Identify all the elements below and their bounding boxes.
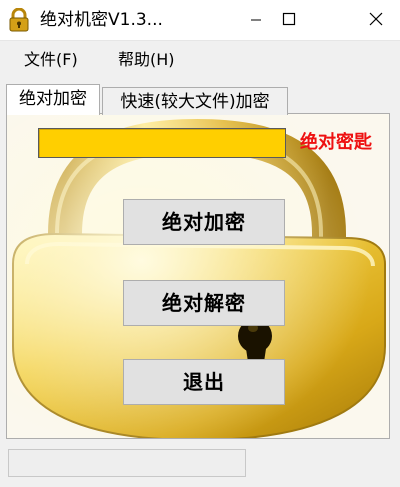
- padlock-icon: [8, 7, 30, 32]
- menu-help[interactable]: 帮助(H): [118, 50, 175, 70]
- title-bar[interactable]: 绝对机密V1.3...: [0, 0, 400, 41]
- window-title: 绝对机密V1.3...: [40, 10, 163, 30]
- menu-bar: 文件(F) 帮助(H): [0, 41, 400, 75]
- tab-absolute-encrypt[interactable]: 绝对加密: [6, 84, 100, 115]
- exit-button[interactable]: 退出: [123, 359, 285, 405]
- encrypt-button[interactable]: 绝对加密: [123, 199, 285, 245]
- tab-fast-encrypt[interactable]: 快速(较大文件)加密: [102, 87, 288, 115]
- tab-panel: 绝对密匙 绝对加密 绝对解密 退出: [6, 113, 390, 439]
- minimize-icon: [250, 11, 262, 30]
- maximize-icon: [282, 11, 296, 30]
- decrypt-button[interactable]: 绝对解密: [123, 280, 285, 326]
- maximize-button[interactable]: [267, 0, 311, 40]
- tab-strip: 绝对加密 快速(较大文件)加密: [0, 84, 400, 115]
- close-button[interactable]: [352, 0, 400, 40]
- key-label: 绝对密匙: [300, 132, 372, 153]
- status-panel: [8, 449, 246, 477]
- status-bar: [0, 440, 400, 487]
- close-icon: [369, 11, 383, 30]
- key-input[interactable]: [38, 128, 286, 158]
- menu-file[interactable]: 文件(F): [24, 50, 78, 70]
